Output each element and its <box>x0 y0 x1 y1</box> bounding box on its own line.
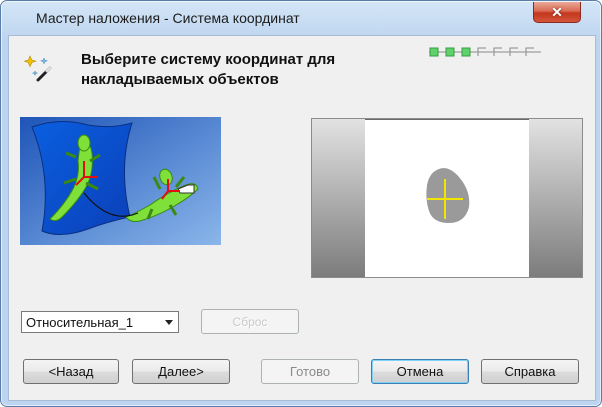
coordinate-system-value: Относительная_1 <box>26 315 134 330</box>
help-button[interactable]: Справка <box>481 359 579 384</box>
preview-margin-right <box>529 119 582 277</box>
crosshair-shape-preview <box>426 168 470 223</box>
reset-button[interactable]: Сброс <box>201 309 299 334</box>
wizard-window: Мастер наложения - Система координат ✕ В… <box>0 0 602 407</box>
magic-wand-icon <box>24 55 52 82</box>
coordinate-preview[interactable] <box>311 118 583 278</box>
coordinate-mapping-illustration <box>20 117 221 245</box>
title-bar[interactable]: Мастер наложения - Система координат ✕ <box>1 1 601 35</box>
finish-button[interactable]: Готово <box>261 359 359 384</box>
window-title: Мастер наложения - Система координат <box>36 10 300 26</box>
preview-margin-left <box>312 119 365 277</box>
coordinate-system-select[interactable]: Относительная_1 <box>21 311 179 333</box>
next-button[interactable]: Далее> <box>132 359 230 384</box>
back-button[interactable]: <Назад <box>23 359 119 384</box>
chevron-down-icon <box>165 320 173 325</box>
close-button[interactable]: ✕ <box>533 2 581 23</box>
cancel-button[interactable]: Отмена <box>371 359 469 384</box>
close-icon: ✕ <box>551 4 563 20</box>
wizard-body: Выберите систему координат для накладыва… <box>8 35 596 401</box>
wizard-progress-indicator <box>429 47 541 57</box>
step-heading: Выберите систему координат для накладыва… <box>81 51 336 88</box>
